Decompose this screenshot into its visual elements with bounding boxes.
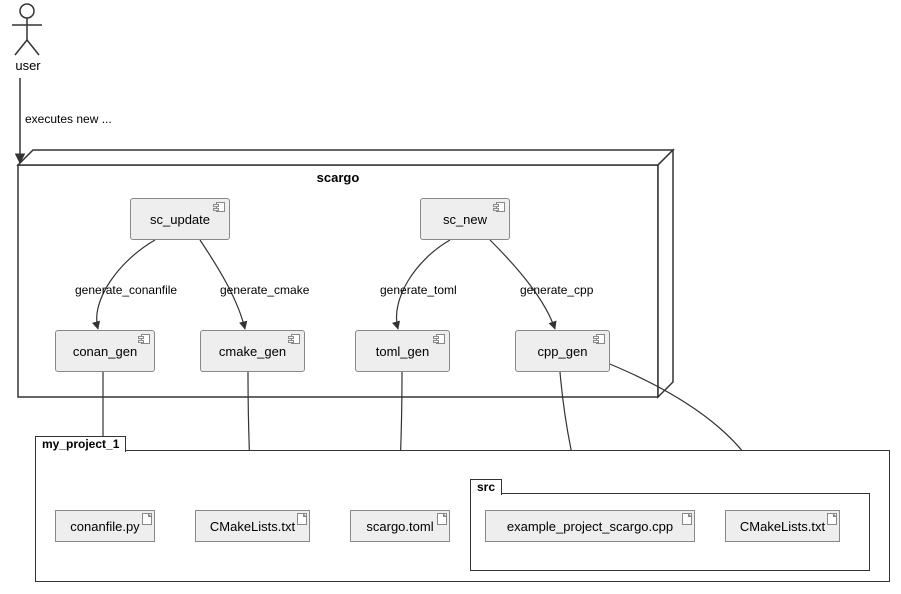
- artifact-label: conanfile.py: [70, 519, 139, 534]
- edge-label-executes: executes new ...: [25, 112, 112, 126]
- component-icon: [593, 334, 605, 344]
- artifact-example-cpp: example_project_scargo.cpp: [485, 510, 695, 542]
- component-icon: [493, 202, 505, 212]
- folder-tab: src: [470, 479, 502, 495]
- scargo-title: scargo: [18, 170, 658, 185]
- component-conan-gen: conan_gen: [55, 330, 155, 372]
- component-label: sc_new: [443, 212, 487, 227]
- component-cpp-gen: cpp_gen: [515, 330, 610, 372]
- component-label: toml_gen: [376, 344, 429, 359]
- artifact-src-cmakelists: CMakeLists.txt: [725, 510, 840, 542]
- component-icon: [213, 202, 225, 212]
- component-toml-gen: toml_gen: [355, 330, 450, 372]
- edge-label-conanfile: generate_conanfile: [75, 283, 177, 297]
- artifact-label: scargo.toml: [366, 519, 433, 534]
- artifact-cmakelists: CMakeLists.txt: [195, 510, 310, 542]
- component-icon: [288, 334, 300, 344]
- actor-figure: [12, 4, 42, 55]
- diagram-canvas: user executes new ... scargo sc_update s…: [0, 0, 901, 594]
- file-icon: [827, 513, 837, 525]
- artifact-conanfile: conanfile.py: [55, 510, 155, 542]
- component-label: cmake_gen: [219, 344, 286, 359]
- component-label: sc_update: [150, 212, 210, 227]
- component-label: cpp_gen: [538, 344, 588, 359]
- component-label: conan_gen: [73, 344, 137, 359]
- component-icon: [138, 334, 150, 344]
- actor-label: user: [8, 58, 48, 73]
- file-icon: [682, 513, 692, 525]
- edge-label-cmake: generate_cmake: [220, 283, 309, 297]
- file-icon: [437, 513, 447, 525]
- file-icon: [142, 513, 152, 525]
- edge-label-cpp: generate_cpp: [520, 283, 593, 297]
- component-cmake-gen: cmake_gen: [200, 330, 305, 372]
- edge-label-toml: generate_toml: [380, 283, 457, 297]
- artifact-label: CMakeLists.txt: [740, 519, 825, 534]
- component-sc-update: sc_update: [130, 198, 230, 240]
- file-icon: [297, 513, 307, 525]
- artifact-label: example_project_scargo.cpp: [507, 519, 673, 534]
- artifact-scargo-toml: scargo.toml: [350, 510, 450, 542]
- folder-tab: my_project_1: [35, 436, 126, 452]
- component-icon: [433, 334, 445, 344]
- artifact-label: CMakeLists.txt: [210, 519, 295, 534]
- component-sc-new: sc_new: [420, 198, 510, 240]
